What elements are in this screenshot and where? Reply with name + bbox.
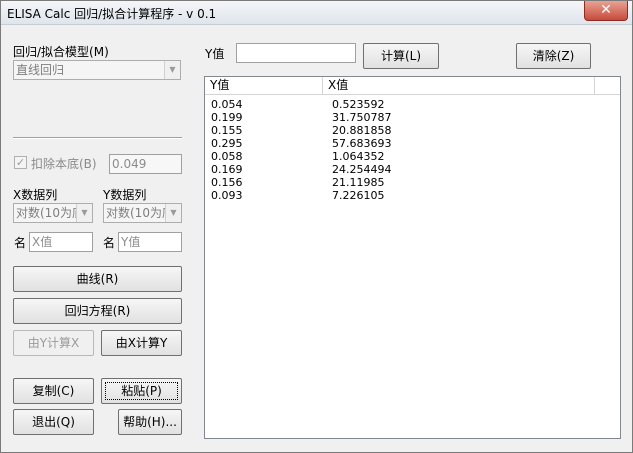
- column-header-y[interactable]: Y值: [205, 77, 323, 95]
- table-row[interactable]: 0.169 24.254494: [205, 163, 620, 176]
- window-title: ELISA Calc 回归/拟合计算程序 - v 0.1: [7, 7, 217, 21]
- cell-x-value: 7.226105: [332, 189, 385, 202]
- cell-x-value: 20.881858: [332, 124, 392, 137]
- model-select[interactable]: 直线回归 ▼: [13, 60, 181, 80]
- table-row[interactable]: 0.156 21.11985: [205, 176, 620, 189]
- cell-y-value: 0.093: [211, 189, 243, 202]
- x-column-value: 对数(10为底: [16, 206, 84, 220]
- table-row[interactable]: 0.058 1.064352: [205, 150, 620, 163]
- chevron-down-icon: ▼: [164, 61, 180, 79]
- separator: [13, 137, 182, 139]
- table-row[interactable]: 0.199 31.750787: [205, 111, 620, 124]
- cell-x-value: 0.523592: [332, 98, 385, 111]
- y-name-label: 名: [103, 236, 116, 250]
- table-row[interactable]: 0.054 0.523592: [205, 98, 620, 111]
- x-name-label: 名: [14, 236, 27, 250]
- cell-y-value: 0.295: [211, 137, 243, 150]
- cell-y-value: 0.156: [211, 176, 243, 189]
- y-column-label: Y数据列: [103, 188, 147, 202]
- y-name-value: Y值: [121, 235, 141, 249]
- calc-y-from-x-button[interactable]: 由X计算Y: [101, 330, 182, 356]
- clear-button[interactable]: 清除(Z): [516, 43, 591, 69]
- x-name-input[interactable]: X值: [29, 232, 93, 252]
- cell-x-value: 21.11985: [332, 176, 385, 189]
- calc-x-from-y-button[interactable]: 由Y计算X: [13, 330, 94, 356]
- chevron-down-icon: ▼: [76, 204, 92, 222]
- help-button[interactable]: 帮助(H)...: [118, 409, 182, 435]
- app-window: ELISA Calc 回归/拟合计算程序 - v 0.1 ✕ 回归/拟合模型(M…: [0, 0, 633, 453]
- x-column-label: X数据列: [13, 188, 58, 202]
- copy-button[interactable]: 复制(C): [13, 378, 94, 404]
- cell-y-value: 0.054: [211, 98, 243, 111]
- exit-button[interactable]: 退出(Q): [13, 409, 94, 435]
- table-row[interactable]: 0.093 7.226105: [205, 189, 620, 202]
- column-header-x[interactable]: X值: [323, 77, 595, 95]
- calculate-button[interactable]: 计算(L): [363, 43, 439, 69]
- y-column-value: 对数(10为底: [106, 206, 174, 220]
- cell-y-value: 0.155: [211, 124, 243, 137]
- x-name-value: X值: [32, 235, 53, 249]
- paste-button[interactable]: 粘贴(P): [101, 378, 182, 404]
- y-value-input[interactable]: [236, 43, 356, 63]
- curve-button[interactable]: 曲线(R): [13, 266, 182, 292]
- table-row[interactable]: 0.155 20.881858: [205, 124, 620, 137]
- subtract-bg-value: 0.049: [112, 157, 147, 171]
- cell-y-value: 0.058: [211, 150, 243, 163]
- cell-x-value: 31.750787: [332, 111, 392, 124]
- subtract-bg-input[interactable]: 0.049: [109, 154, 182, 174]
- chevron-down-icon: ▼: [165, 204, 181, 222]
- y-value-label: Y值: [205, 47, 225, 61]
- model-select-value: 直线回归: [16, 63, 65, 77]
- cell-y-value: 0.199: [211, 111, 243, 124]
- results-table[interactable]: Y值 X值 0.054 0.523592 0.199 31.750787 0.155 20…: [204, 76, 621, 439]
- x-column-select[interactable]: 对数(10为底 ▼: [13, 203, 93, 223]
- y-name-input[interactable]: Y值: [118, 232, 182, 252]
- close-button[interactable]: ✕: [584, 1, 628, 21]
- table-header: Y值 X值: [205, 77, 620, 95]
- cell-x-value: 24.254494: [332, 163, 392, 176]
- subtract-bg-checkbox[interactable]: ✓: [14, 156, 27, 169]
- y-column-select[interactable]: 对数(10为底 ▼: [103, 203, 182, 223]
- subtract-bg-label: 扣除本底(B): [31, 157, 97, 171]
- cell-x-value: 1.064352: [332, 150, 385, 163]
- close-icon: ✕: [600, 2, 612, 18]
- regression-equation-button[interactable]: 回归方程(R): [13, 298, 182, 324]
- title-bar[interactable]: ELISA Calc 回归/拟合计算程序 - v 0.1 ✕: [1, 1, 632, 25]
- cell-y-value: 0.169: [211, 163, 243, 176]
- check-icon: ✓: [15, 156, 26, 169]
- cell-x-value: 57.683693: [332, 137, 392, 150]
- table-row[interactable]: 0.295 57.683693: [205, 137, 620, 150]
- model-label: 回归/拟合模型(M): [13, 45, 109, 59]
